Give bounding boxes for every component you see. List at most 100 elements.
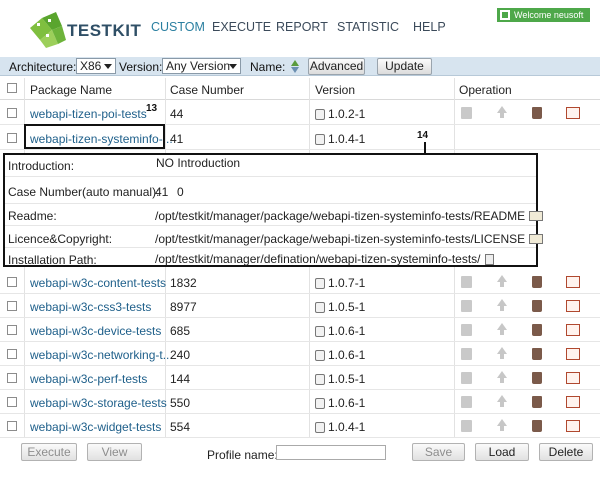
- folder-open-icon[interactable]: [529, 211, 544, 221]
- upgrade-icon[interactable]: [497, 371, 507, 383]
- trash-icon[interactable]: [532, 396, 542, 408]
- trash-icon[interactable]: [532, 276, 542, 288]
- version-icon: [315, 326, 325, 337]
- detail-row: Licence&Copyright: /opt/testkit/manager/…: [5, 226, 544, 248]
- row-checkbox[interactable]: [7, 108, 17, 118]
- package-icon[interactable]: [461, 300, 472, 312]
- row-checkbox[interactable]: [7, 421, 17, 431]
- package-name-link[interactable]: webapi-w3c-storage-tests: [30, 396, 167, 410]
- package-icon[interactable]: [461, 372, 472, 384]
- col-package-name[interactable]: Package Name: [30, 83, 112, 97]
- case-number: 554: [170, 420, 191, 434]
- nav-help[interactable]: HELP: [413, 20, 446, 34]
- welcome-badge: Welcome neusoft: [497, 8, 590, 22]
- case-number: 1832: [170, 276, 197, 290]
- callout-number: 14: [417, 130, 429, 141]
- upgrade-icon[interactable]: [497, 275, 507, 287]
- upgrade-icon[interactable]: [497, 323, 507, 335]
- list-icon[interactable]: [566, 420, 580, 432]
- case-number: 144: [170, 372, 191, 386]
- package-name-link[interactable]: webapi-tizen-poi-tests: [30, 107, 147, 121]
- version-select[interactable]: Any Version: [162, 58, 241, 74]
- row-checkbox[interactable]: [7, 133, 17, 143]
- list-icon[interactable]: [566, 324, 580, 336]
- load-button[interactable]: Load: [475, 443, 529, 461]
- version-icon: [315, 134, 325, 145]
- copy-icon[interactable]: [484, 254, 494, 265]
- package-icon[interactable]: [461, 324, 472, 336]
- select-all-checkbox[interactable]: [7, 83, 17, 93]
- nav-custom[interactable]: CUSTOM: [151, 20, 205, 34]
- table-row[interactable]: webapi-w3c-networking-t... 240 1.0.6-1: [0, 342, 600, 366]
- folder-open-icon[interactable]: [529, 234, 544, 244]
- chevron-down-icon: [229, 64, 237, 69]
- trash-icon[interactable]: [532, 348, 542, 360]
- advanced-button[interactable]: Advanced: [308, 58, 365, 75]
- profile-name-input[interactable]: [276, 445, 386, 460]
- installation-label: Installation Path:: [8, 253, 97, 267]
- architecture-select[interactable]: X86: [76, 58, 116, 74]
- nav-statistic[interactable]: STATISTIC: [337, 20, 399, 34]
- row-checkbox[interactable]: [7, 277, 17, 287]
- table-row[interactable]: webapi-w3c-widget-tests 554 1.0.4-1: [0, 414, 600, 438]
- table-row[interactable]: webapi-w3c-content-tests 1832 1.0.7-1: [0, 270, 600, 294]
- package-name-link[interactable]: webapi-w3c-perf-tests: [30, 372, 147, 386]
- row-checkbox[interactable]: [7, 397, 17, 407]
- app-header: TESTKIT CUSTOM EXECUTE REPORT STATISTIC …: [0, 0, 600, 57]
- upgrade-icon[interactable]: [497, 106, 507, 118]
- package-icon[interactable]: [461, 396, 472, 408]
- case-number: 240: [170, 348, 191, 362]
- package-name-link[interactable]: webapi-w3c-widget-tests: [30, 420, 161, 434]
- trash-icon[interactable]: [532, 300, 542, 312]
- table-row[interactable]: webapi-w3c-device-tests 685 1.0.6-1: [0, 318, 600, 342]
- list-icon[interactable]: [566, 348, 580, 360]
- version-value: 1.0.2-1: [315, 107, 365, 121]
- table-row[interactable]: webapi-w3c-css3-tests 8977 1.0.5-1: [0, 294, 600, 318]
- delete-button[interactable]: Delete: [539, 443, 593, 461]
- row-checkbox[interactable]: [7, 349, 17, 359]
- version-icon: [315, 278, 325, 289]
- list-icon[interactable]: [566, 276, 580, 288]
- package-icon[interactable]: [461, 276, 472, 288]
- readme-path: /opt/testkit/manager/package/webapi-tize…: [155, 209, 544, 223]
- row-checkbox[interactable]: [7, 325, 17, 335]
- save-button[interactable]: Save: [412, 443, 465, 461]
- trash-icon[interactable]: [532, 107, 542, 119]
- package-name-link[interactable]: webapi-w3c-content-tests: [30, 276, 166, 290]
- version-label: Version:: [119, 60, 163, 74]
- upgrade-icon[interactable]: [497, 395, 507, 407]
- table-row[interactable]: webapi-w3c-storage-tests 550 1.0.6-1: [0, 390, 600, 414]
- list-icon[interactable]: [566, 300, 580, 312]
- update-button[interactable]: Update: [377, 58, 432, 75]
- table-row[interactable]: webapi-tizen-poi-tests 44 1.0.2-1: [0, 101, 600, 125]
- package-icon[interactable]: [461, 107, 472, 119]
- list-icon[interactable]: [566, 372, 580, 384]
- case-number: 550: [170, 396, 191, 410]
- trash-icon[interactable]: [532, 372, 542, 384]
- table-row[interactable]: webapi-w3c-perf-tests 144 1.0.5-1: [0, 366, 600, 390]
- package-name-link[interactable]: webapi-w3c-networking-t...: [30, 348, 173, 362]
- sort-arrows-icon[interactable]: [288, 59, 302, 74]
- case-number: 8977: [170, 300, 197, 314]
- view-button[interactable]: View: [87, 443, 142, 461]
- list-icon[interactable]: [566, 396, 580, 408]
- row-checkbox[interactable]: [7, 373, 17, 383]
- upgrade-icon[interactable]: [497, 419, 507, 431]
- package-detail-panel: Introduction: NO Introduction Case Numbe…: [3, 153, 544, 267]
- package-name-link[interactable]: webapi-w3c-device-tests: [30, 324, 161, 338]
- row-checkbox[interactable]: [7, 301, 17, 311]
- execute-button[interactable]: Execute: [21, 443, 77, 461]
- trash-icon[interactable]: [532, 420, 542, 432]
- package-icon[interactable]: [461, 348, 472, 360]
- trash-icon[interactable]: [532, 324, 542, 336]
- upgrade-icon[interactable]: [497, 299, 507, 311]
- list-icon[interactable]: [566, 107, 580, 119]
- col-version[interactable]: Version: [315, 83, 355, 97]
- nav-execute[interactable]: EXECUTE: [212, 20, 271, 34]
- package-name-link[interactable]: webapi-w3c-css3-tests: [30, 300, 151, 314]
- package-icon[interactable]: [461, 420, 472, 432]
- col-case-number[interactable]: Case Number: [170, 83, 244, 97]
- user-icon: [500, 10, 510, 20]
- nav-report[interactable]: REPORT: [276, 20, 328, 34]
- upgrade-icon[interactable]: [497, 347, 507, 359]
